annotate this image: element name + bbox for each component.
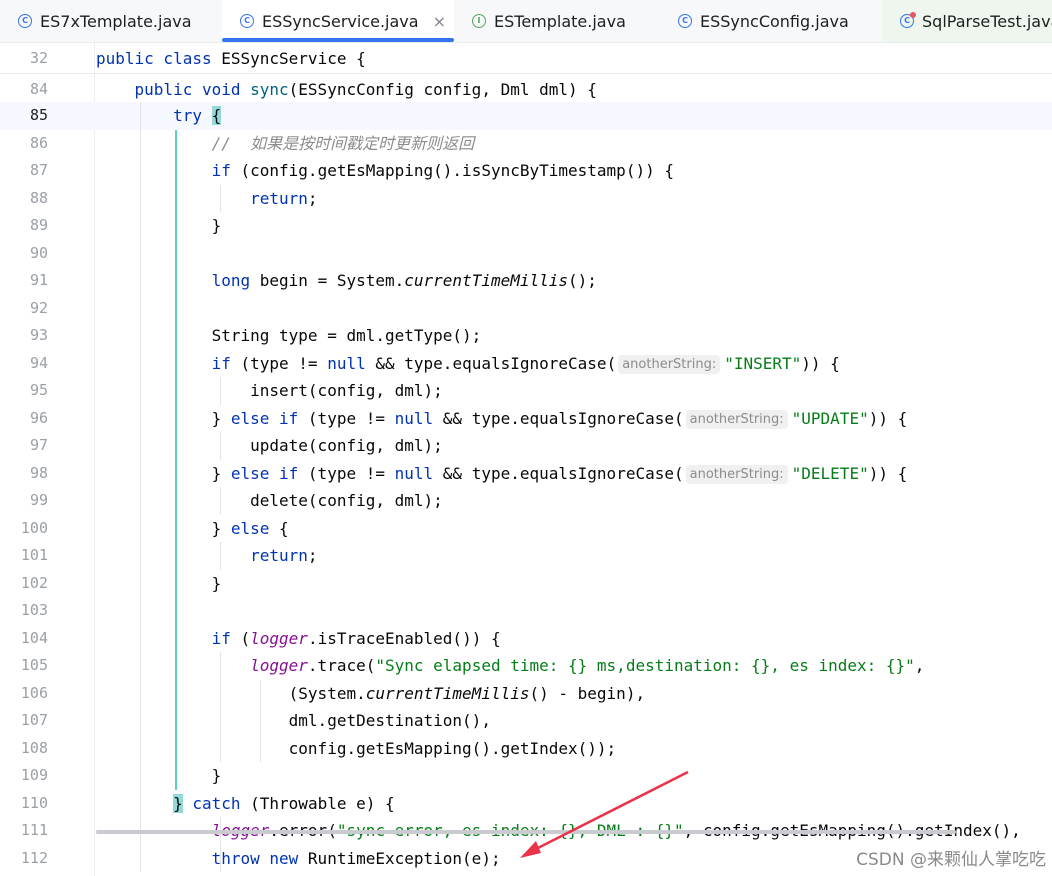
annotation-arrow [520, 770, 689, 858]
annotation-arrow-shaft [529, 770, 689, 854]
annotation-arrow-head [520, 841, 541, 858]
